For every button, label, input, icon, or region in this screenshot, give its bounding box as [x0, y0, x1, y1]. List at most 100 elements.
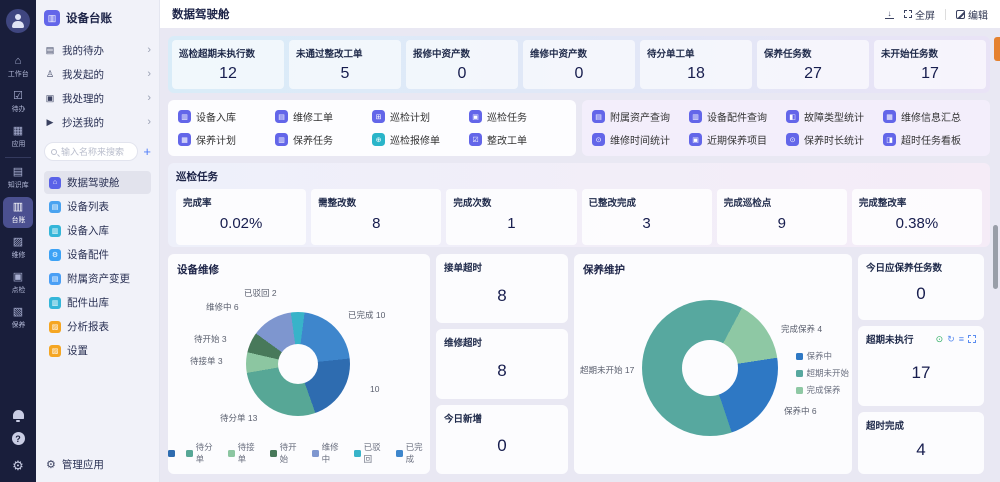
rail-module-item[interactable]: ▦ 应用 [3, 121, 33, 152]
quick-link[interactable]: ▥ 设备配件查询 [689, 108, 786, 125]
stat-card[interactable]: 保养任务数 27 [757, 40, 869, 89]
quick-link[interactable]: ▥ 保养任务 [275, 131, 372, 148]
kpi-card[interactable]: 超时完成 4 [858, 412, 984, 474]
sidebar-nav-item[interactable]: ▥ 设备入库 [44, 219, 151, 242]
quick-link[interactable]: ⊙ 保养时长统计 [786, 131, 883, 148]
inspection-stat-card[interactable]: 需整改数 8 [311, 189, 441, 245]
rail-module-item[interactable]: ▨ 维修 [3, 232, 33, 263]
quick-link[interactable]: ▦ 保养计划 [178, 131, 275, 148]
legend-item[interactable]: 待接单 [228, 441, 262, 465]
expand-icon[interactable] [968, 335, 976, 343]
quick-link[interactable]: ▣ 巡检任务 [469, 108, 566, 125]
scrollbar-thumb[interactable] [993, 225, 998, 289]
rail-module-item[interactable]: ⌂ 工作台 [3, 51, 33, 82]
search-input[interactable] [61, 147, 131, 157]
sidebar-nav-item[interactable]: ▥ 配件出库 [44, 291, 151, 314]
legend-item[interactable]: 已驳回 [354, 441, 388, 465]
user-avatar[interactable] [6, 9, 30, 33]
sidebar-menu-item[interactable]: ♙ 我发起的 › [44, 62, 151, 86]
download-button[interactable]: ↓ [885, 10, 894, 19]
sidebar-menu-item[interactable]: ▶ 抄送我的 › [44, 110, 151, 134]
quick-link[interactable]: ▤ 附属资产查询 [592, 108, 689, 125]
quick-link-label: 超时任务看板 [901, 132, 961, 147]
kpi-card[interactable]: 今日新增 0 [436, 405, 568, 474]
help-icon[interactable]: ? [12, 432, 25, 445]
edit-button[interactable]: 编辑 [956, 7, 988, 22]
manage-app-button[interactable]: ⚙ 管理应用 [44, 451, 151, 474]
legend-item[interactable]: 保养中 [796, 350, 849, 362]
refresh-icon[interactable]: ↻ [947, 335, 955, 344]
sidebar-menu-item[interactable]: ▤ 我的待办 › [44, 38, 151, 62]
legend-item[interactable]: 待分单 [186, 441, 220, 465]
legend-item[interactable] [168, 441, 178, 465]
stat-card[interactable]: 巡检超期未执行数 12 [172, 40, 284, 89]
legend-item[interactable]: 完成保养 [796, 384, 849, 396]
module-icon: ▤ [13, 166, 23, 178]
maintenance-donut-chart[interactable] [642, 300, 778, 436]
quick-link[interactable]: ⊞ 巡检计划 [372, 108, 469, 125]
sidebar-menu-item[interactable]: ▣ 我处理的 › [44, 86, 151, 110]
rail-module-item[interactable]: ▣ 点检 [3, 267, 33, 298]
repair-donut-chart[interactable] [246, 312, 350, 416]
sidebar-nav-item[interactable]: ▤ 附属资产变更 [44, 267, 151, 290]
search-box[interactable] [44, 142, 138, 161]
stat-card[interactable]: 待分单工单 18 [640, 40, 752, 89]
app-header: ▥ 设备台账 [44, 10, 151, 26]
legend-item[interactable]: 已完成 [396, 441, 430, 465]
legend-label: 超期未开始 [806, 367, 849, 379]
settings-gear-icon[interactable]: ⚙ [12, 458, 24, 474]
kpi-card-overdue[interactable]: 超期未执行 ⊙ ↻ ≡ 17 [858, 326, 984, 406]
legend-item[interactable]: 维修中 [312, 441, 346, 465]
inspection-stat-card[interactable]: 完成巡检点 9 [717, 189, 847, 245]
rail-module-item[interactable]: ▤ 知识库 [3, 162, 33, 193]
inspection-stat-card[interactable]: 完成次数 1 [446, 189, 576, 245]
sidebar-nav-item[interactable]: ▨ 分析报表 [44, 315, 151, 338]
add-button[interactable]: + [143, 145, 151, 158]
sidebar-nav-item[interactable]: ⚙ 设备配件 [44, 243, 151, 266]
rail-module-item[interactable]: ▥ 台账 [3, 197, 33, 228]
quick-link[interactable]: ◧ 故障类型统计 [786, 108, 883, 125]
inspection-stat-card[interactable]: 完成整改率 0.38% [852, 189, 982, 245]
chevron-right-icon: › [147, 92, 151, 104]
sidebar-nav-item[interactable]: ⌂ 数据驾驶舱 [44, 171, 151, 194]
quick-link[interactable]: ▣ 近期保养项目 [689, 131, 786, 148]
quick-link[interactable]: ☑ 整改工单 [469, 131, 566, 148]
legend-item[interactable]: 超期未开始 [796, 367, 849, 379]
quick-link[interactable]: ◨ 超时任务看板 [883, 131, 980, 148]
quick-link[interactable]: ▥ 设备入库 [178, 108, 275, 125]
status-icon[interactable]: ⊙ [936, 335, 944, 344]
notifications-bell-icon[interactable] [13, 410, 24, 419]
stat-card[interactable]: 未开始任务数 17 [874, 40, 986, 89]
legend-swatch [168, 450, 175, 457]
kpi-card[interactable]: 接单超时 8 [436, 254, 568, 323]
nav-item-icon: ▤ [49, 273, 61, 285]
list-icon[interactable]: ≡ [959, 335, 964, 344]
stat-label: 待分单工单 [647, 46, 745, 60]
rail-module-item[interactable]: ☑ 待办 [3, 86, 33, 117]
quick-link-icon: ⊙ [786, 133, 799, 146]
quick-link[interactable]: ▦ 维修信息汇总 [883, 108, 980, 125]
rail-module-item[interactable]: ▧ 保养 [3, 302, 33, 333]
legend-label: 完成保养 [806, 384, 840, 396]
kpi-value: 17 [866, 346, 976, 400]
inspection-stat-card[interactable]: 已整改完成 3 [582, 189, 712, 245]
floating-assistant-widget[interactable] [994, 37, 1000, 61]
nav-item-label: 分析报表 [67, 319, 109, 334]
legend-item[interactable]: 待开始 [270, 441, 304, 465]
quick-link-icon: ☑ [469, 133, 482, 146]
quick-link[interactable]: ⊙ 维修时间统计 [592, 131, 689, 148]
sidebar-nav-item[interactable]: ▨ 设置 [44, 339, 151, 362]
quick-link[interactable]: ⊕ 巡检报修单 [372, 131, 469, 148]
stat-card[interactable]: 报修中资产数 0 [406, 40, 518, 89]
stat-card[interactable]: 维修中资产数 0 [523, 40, 635, 89]
quick-link[interactable]: ▤ 维修工单 [275, 108, 372, 125]
fullscreen-button[interactable]: 全屏 [904, 7, 935, 22]
stat-value: 0.02% [183, 215, 299, 232]
kpi-value: 4 [866, 432, 976, 468]
sidebar-nav-item[interactable]: ▤ 设备列表 [44, 195, 151, 218]
kpi-card[interactable]: 维修超时 8 [436, 329, 568, 398]
kpi-card[interactable]: 今日应保养任务数 0 [858, 254, 984, 320]
inspection-stat-card[interactable]: 完成率 0.02% [176, 189, 306, 245]
quick-link-label: 故障类型统计 [804, 109, 864, 124]
stat-card[interactable]: 未通过整改工单 5 [289, 40, 401, 89]
